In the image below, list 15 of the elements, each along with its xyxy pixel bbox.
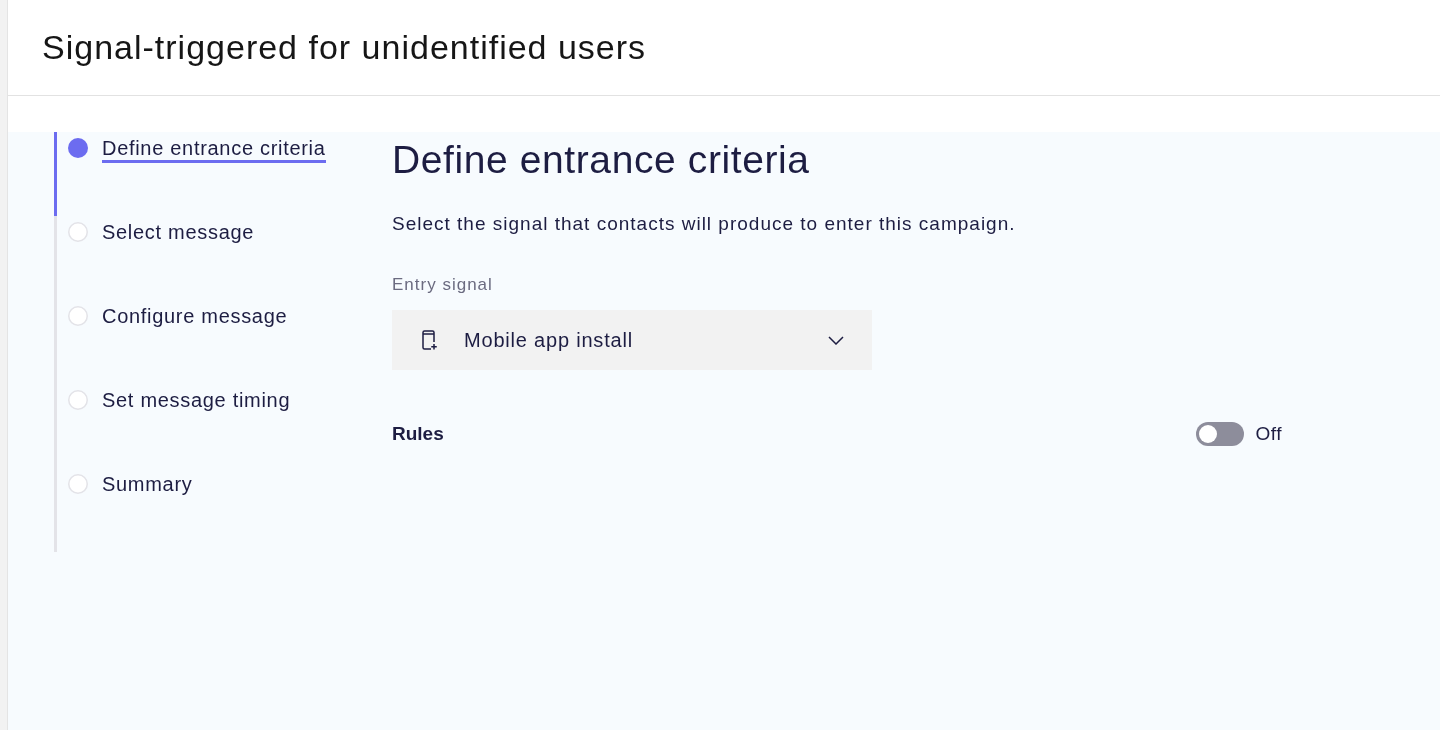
- toggle-state-label: Off: [1255, 422, 1282, 446]
- section-description: Select the signal that contacts will produce to enter this campaign.: [392, 212, 1017, 236]
- step-link[interactable]: Set message timing: [102, 388, 291, 415]
- rules-toggle[interactable]: [1195, 422, 1244, 447]
- step-link[interactable]: Configure message: [102, 304, 288, 331]
- page-title: Signal-triggered for unidentified users: [42, 27, 647, 69]
- field-label: Entry signal: [392, 274, 494, 296]
- step-link[interactable]: Select message: [102, 220, 255, 247]
- section-title: Define entrance criteria: [392, 138, 811, 182]
- chevron-down-icon: [828, 335, 844, 345]
- phone-plus-icon: [422, 330, 438, 350]
- rules-label: Rules: [392, 422, 444, 446]
- step-link[interactable]: Summary: [102, 472, 193, 499]
- step-link[interactable]: Define entrance criteria: [102, 136, 326, 163]
- entry-signal-dropdown[interactable]: Mobile app install: [392, 310, 872, 370]
